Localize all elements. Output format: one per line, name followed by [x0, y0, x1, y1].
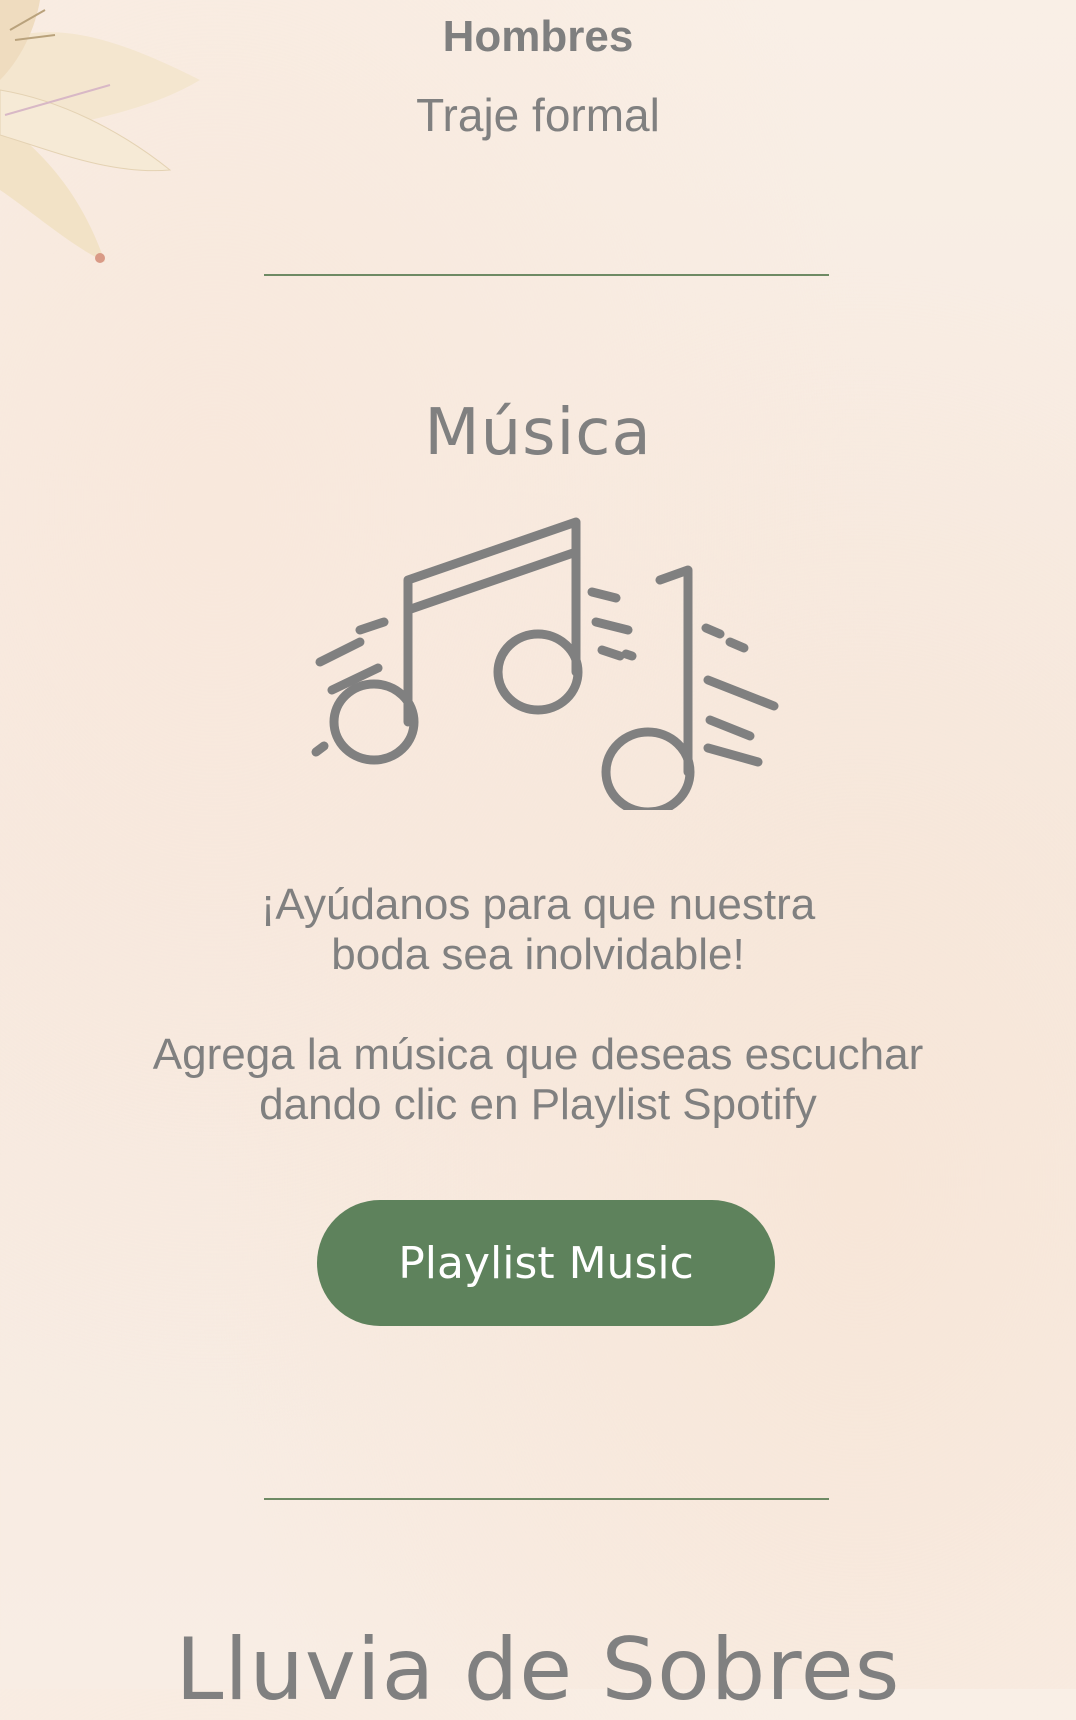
dress-code-subtitle: Traje formal — [416, 89, 660, 141]
music-notes-icon — [311, 517, 779, 810]
playlist-music-button[interactable]: Playlist Music — [317, 1200, 775, 1326]
dress-code-title: Hombres — [442, 12, 634, 61]
section-divider — [264, 274, 829, 276]
next-section-title: Lluvia de Sobres — [175, 1620, 901, 1720]
section-divider — [264, 1498, 829, 1500]
music-section-title: Música — [424, 396, 652, 470]
music-text-line-4: dando clic en Playlist Spotify — [259, 1080, 817, 1129]
music-text-line-3: Agrega la música que deseas escuchar — [152, 1030, 924, 1079]
music-text-line-2: boda sea inolvidable! — [331, 930, 745, 979]
music-text-line-1: ¡Ayúdanos para que nuestra — [260, 880, 816, 929]
